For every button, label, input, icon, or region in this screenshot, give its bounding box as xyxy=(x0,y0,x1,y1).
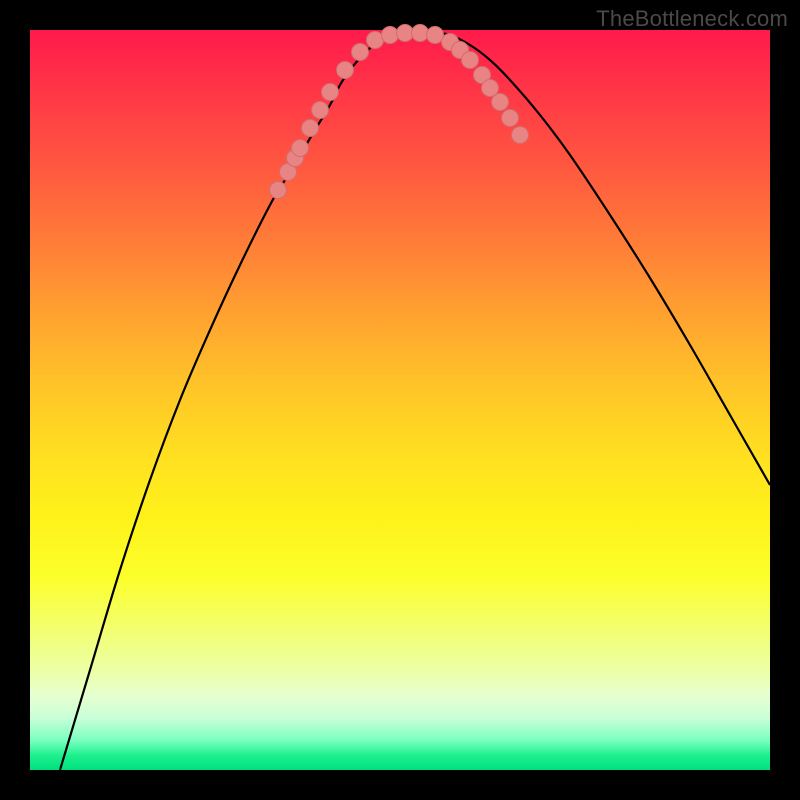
marker-point xyxy=(502,110,519,127)
marker-point xyxy=(292,140,309,157)
plot-area xyxy=(30,30,770,770)
marker-point xyxy=(512,127,529,144)
marker-point xyxy=(382,27,399,44)
marker-point xyxy=(412,25,429,42)
marker-point xyxy=(397,25,414,42)
watermark-text: TheBottleneck.com xyxy=(596,6,788,32)
marker-point xyxy=(322,84,339,101)
marker-point xyxy=(482,80,499,97)
marker-point xyxy=(312,102,329,119)
marker-point xyxy=(352,44,369,61)
marker-point xyxy=(462,52,479,69)
marker-point xyxy=(367,32,384,49)
marker-point xyxy=(427,27,444,44)
highlighted-points xyxy=(270,25,529,199)
curve-layer xyxy=(30,30,770,770)
marker-point xyxy=(492,94,509,111)
marker-point xyxy=(337,62,354,79)
chart-stage: TheBottleneck.com xyxy=(0,0,800,800)
marker-point xyxy=(302,120,319,137)
marker-point xyxy=(270,182,287,199)
bottleneck-curve xyxy=(60,32,770,770)
